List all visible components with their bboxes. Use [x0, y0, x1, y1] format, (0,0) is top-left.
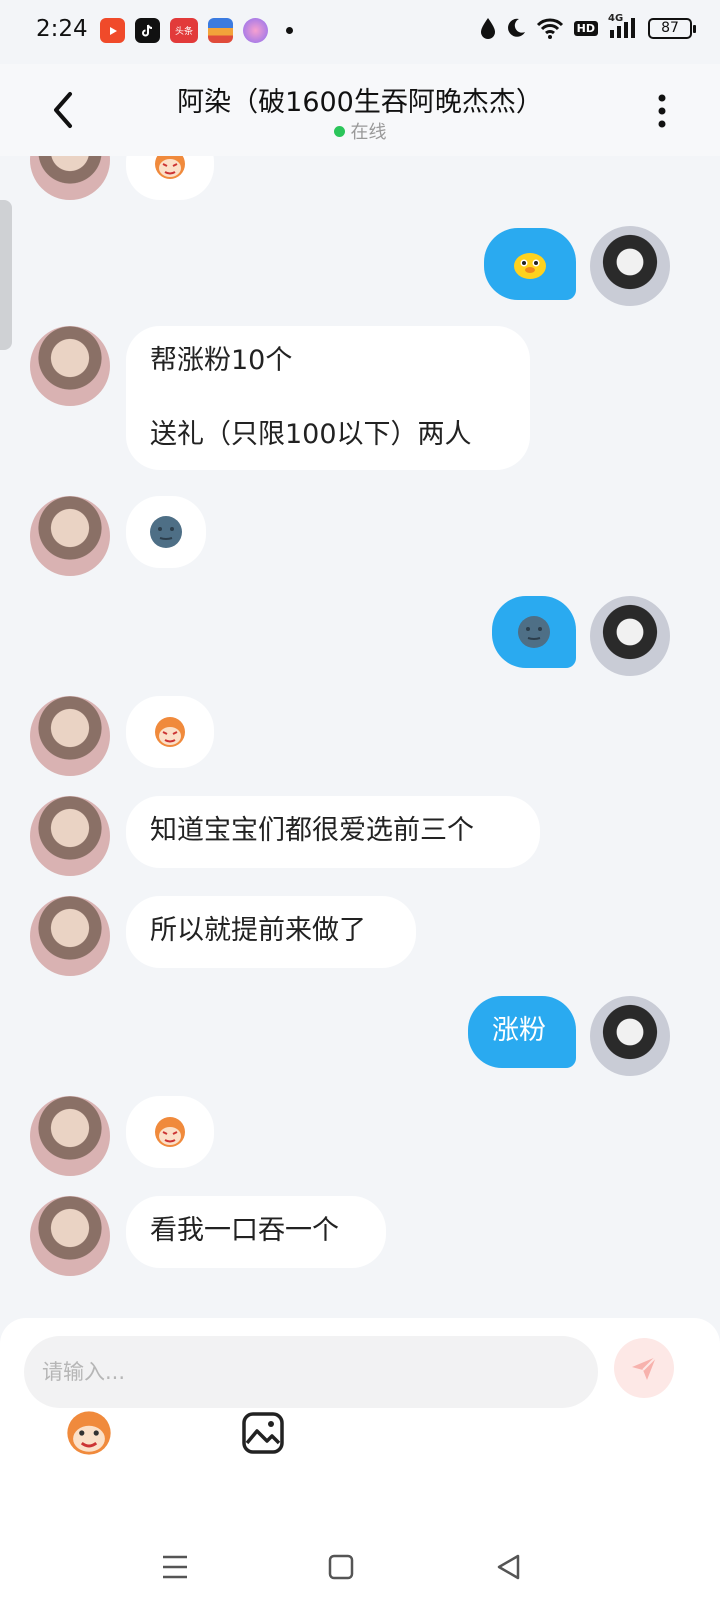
more-options-icon[interactable]: [658, 94, 666, 128]
monkey-emoji-icon: [155, 717, 185, 747]
image-icon: [242, 1412, 284, 1454]
contact-avatar[interactable]: [30, 156, 110, 200]
message-text: 所以就提前来做了: [150, 915, 366, 946]
message-list[interactable]: 帮涨粉10个 送礼（只限100以下）两人 知道宝宝们都很爱选前三个 所以就提前来…: [0, 156, 720, 1320]
hd-voice-icon: HD: [573, 20, 598, 36]
message-bubble[interactable]: [126, 496, 206, 568]
monkey-emoji-icon: [67, 1411, 111, 1455]
contact-avatar[interactable]: [30, 1096, 110, 1176]
signal-icon: 4G: [608, 13, 638, 40]
message-text: 知道宝宝们都很爱选前三个: [150, 815, 474, 846]
online-dot-icon: [333, 126, 345, 137]
contact-avatar[interactable]: [30, 496, 110, 576]
my-avatar[interactable]: [590, 596, 670, 676]
system-nav-bar: [0, 1520, 720, 1612]
wallet-app-icon: [208, 18, 233, 43]
message-bubble[interactable]: [484, 228, 576, 300]
message-bubble[interactable]: 看我一口吞一个: [126, 1196, 386, 1268]
back-triangle-icon[interactable]: [492, 1550, 526, 1584]
contact-avatar[interactable]: [30, 896, 110, 976]
message-bubble[interactable]: 所以就提前来做了: [126, 896, 416, 968]
chat-header: 阿染（破1600生吞阿晚杰杰） 在线: [0, 64, 720, 156]
status-bar: 2:24 头条 HD 4G 87: [0, 0, 720, 64]
toutiao-app-icon: 头条: [170, 18, 198, 43]
contact-avatar[interactable]: [30, 1196, 110, 1276]
more-notifications-dot: [286, 27, 293, 34]
moon-face-emoji-icon: [518, 616, 550, 648]
contact-avatar[interactable]: [30, 796, 110, 876]
message-incoming: [0, 156, 720, 204]
notification-icons: 头条: [100, 18, 293, 43]
message-incoming: 所以就提前来做了: [0, 896, 720, 980]
message-incoming: 看我一口吞一个: [0, 1196, 720, 1280]
battery-indicator: 87: [648, 17, 696, 39]
emoji-picker-button[interactable]: [58, 1402, 120, 1464]
wifi-icon: [536, 18, 563, 39]
message-incoming: [0, 1096, 720, 1180]
chat-title: 阿染（破1600生吞阿晚杰杰）: [177, 87, 543, 118]
message-bubble[interactable]: 知道宝宝们都很爱选前三个: [126, 796, 540, 868]
send-button[interactable]: [614, 1338, 674, 1398]
message-incoming: 知道宝宝们都很爱选前三个: [0, 796, 720, 880]
toutiao-app-label: 头条: [174, 27, 193, 37]
drop-icon: [480, 18, 495, 39]
contact-avatar[interactable]: [30, 326, 110, 406]
message-text: 涨粉: [492, 1015, 546, 1046]
message-incoming: 帮涨粉10个 送礼（只限100以下）两人: [0, 326, 720, 476]
message-outgoing: [0, 226, 720, 306]
message-bubble[interactable]: 涨粉: [468, 996, 576, 1068]
message-incoming: [0, 496, 720, 580]
message-bubble[interactable]: [126, 696, 214, 768]
status-time: 2:24: [36, 16, 88, 42]
message-outgoing: [0, 596, 720, 680]
contact-avatar[interactable]: [30, 696, 110, 776]
message-text: 送礼（只限100以下）两人: [150, 419, 472, 450]
message-outgoing: 涨粉: [0, 996, 720, 1080]
online-status: 在线: [0, 118, 720, 144]
chick-emoji-icon: [514, 253, 546, 279]
monkey-emoji-icon: [155, 156, 185, 179]
video-app-icon: [100, 18, 125, 43]
tiktok-app-icon: [135, 18, 160, 43]
image-picker-button[interactable]: [232, 1402, 294, 1464]
message-bubble[interactable]: [492, 596, 576, 668]
my-avatar[interactable]: [590, 996, 670, 1076]
monkey-emoji-icon: [155, 1117, 185, 1147]
message-bubble[interactable]: 帮涨粉10个 送礼（只限100以下）两人: [126, 326, 530, 470]
message-text: 看我一口吞一个: [150, 1215, 339, 1246]
recents-menu-icon[interactable]: [158, 1550, 192, 1584]
online-status-label: 在线: [350, 122, 387, 143]
home-square-icon[interactable]: [324, 1550, 358, 1584]
message-bubble[interactable]: [126, 156, 214, 200]
moon-face-emoji-icon: [150, 516, 182, 548]
message-text: 帮涨粉10个: [150, 345, 293, 376]
message-input[interactable]: [24, 1336, 598, 1408]
moon-icon: [507, 18, 525, 37]
paper-plane-icon: [632, 1356, 657, 1380]
system-icons: HD 4G 87: [480, 13, 696, 40]
message-bubble[interactable]: [126, 1096, 214, 1168]
message-incoming: [0, 696, 720, 780]
my-avatar[interactable]: [590, 226, 670, 306]
bubble-app-icon: [243, 18, 268, 43]
